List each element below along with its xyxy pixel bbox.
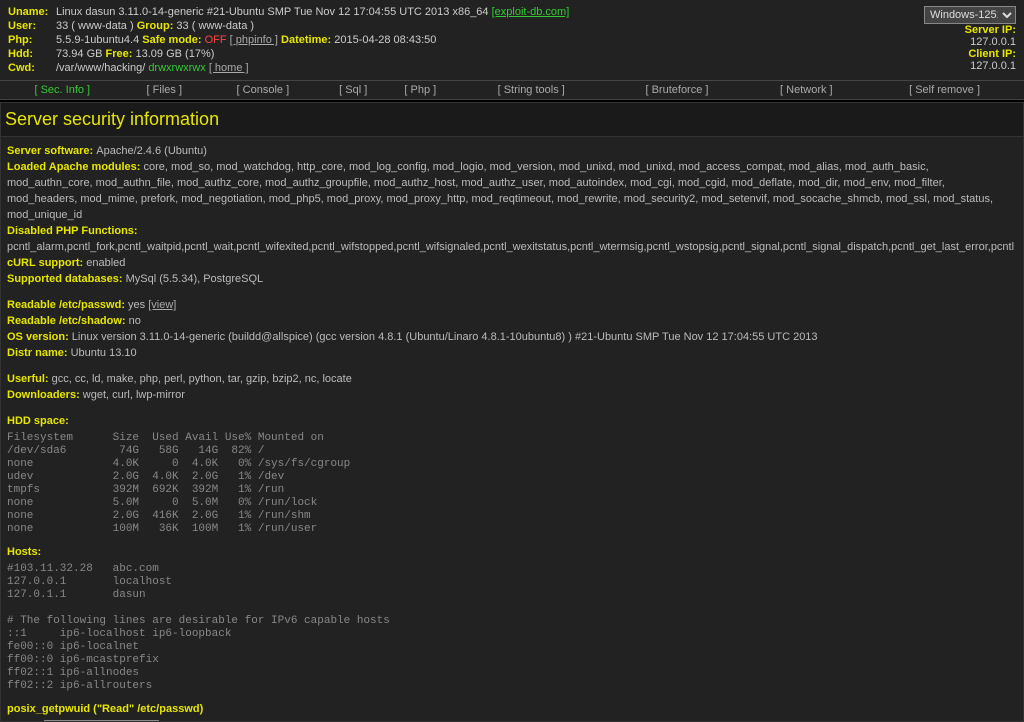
nav-network[interactable]: [ Network ] <box>747 84 865 96</box>
clientip-value: 127.0.0.1 <box>970 60 1016 72</box>
uname-label: Uname: <box>8 5 56 19</box>
page-title: Server security information <box>0 102 1024 137</box>
encoding-select[interactable]: Windows-1251 <box>924 6 1016 24</box>
serverip-value: 127.0.0.1 <box>970 36 1016 48</box>
user-label: User: <box>8 20 36 32</box>
hosts-pre: #103.11.32.28 abc.com 127.0.0.1 localhos… <box>7 563 1017 693</box>
nav-stringtools[interactable]: [ String tools ] <box>456 84 607 96</box>
nav-php[interactable]: [ Php ] <box>385 84 456 96</box>
hdd-label: Hdd: <box>8 48 33 60</box>
nav-sql[interactable]: [ Sql ] <box>322 84 385 96</box>
nav-bar: [ Sec. Info ] [ Files ] [ Console ] [ Sq… <box>0 80 1024 100</box>
view-passwd-link[interactable]: [view] <box>148 299 176 311</box>
nav-selfremove[interactable]: [ Self remove ] <box>865 84 1024 96</box>
posix-section-label: posix_getpwuid ("Read" /etc/passwd) <box>7 703 203 715</box>
nav-secinfo[interactable]: [ Sec. Info ] <box>0 84 125 96</box>
nav-bruteforce[interactable]: [ Bruteforce ] <box>606 84 747 96</box>
php-label: Php: <box>8 34 32 46</box>
phpinfo-link[interactable]: [ phpinfo ] <box>230 34 278 46</box>
header-right: Windows-1251 Server IP: 127.0.0.1 Client… <box>896 5 1016 75</box>
header-panel: Uname: Linux dasun 3.11.0-14-generic #21… <box>0 0 1024 80</box>
nav-files[interactable]: [ Files ] <box>125 84 204 96</box>
clientip-label: Client IP: <box>968 48 1016 60</box>
serverip-label: Server IP: <box>965 24 1016 36</box>
home-link[interactable]: [ home ] <box>209 62 249 74</box>
hdd-pre: Filesystem Size Used Avail Use% Mounted … <box>7 432 1017 536</box>
content-panel: Server software: Apache/2.4.6 (Ubuntu) L… <box>0 137 1024 722</box>
nav-console[interactable]: [ Console ] <box>204 84 322 96</box>
cwd-label: Cwd: <box>8 62 35 74</box>
exploitdb-link[interactable]: [exploit-db.com] <box>492 6 570 18</box>
uname-value: Linux dasun 3.11.0-14-generic #21-Ubuntu… <box>56 5 896 19</box>
